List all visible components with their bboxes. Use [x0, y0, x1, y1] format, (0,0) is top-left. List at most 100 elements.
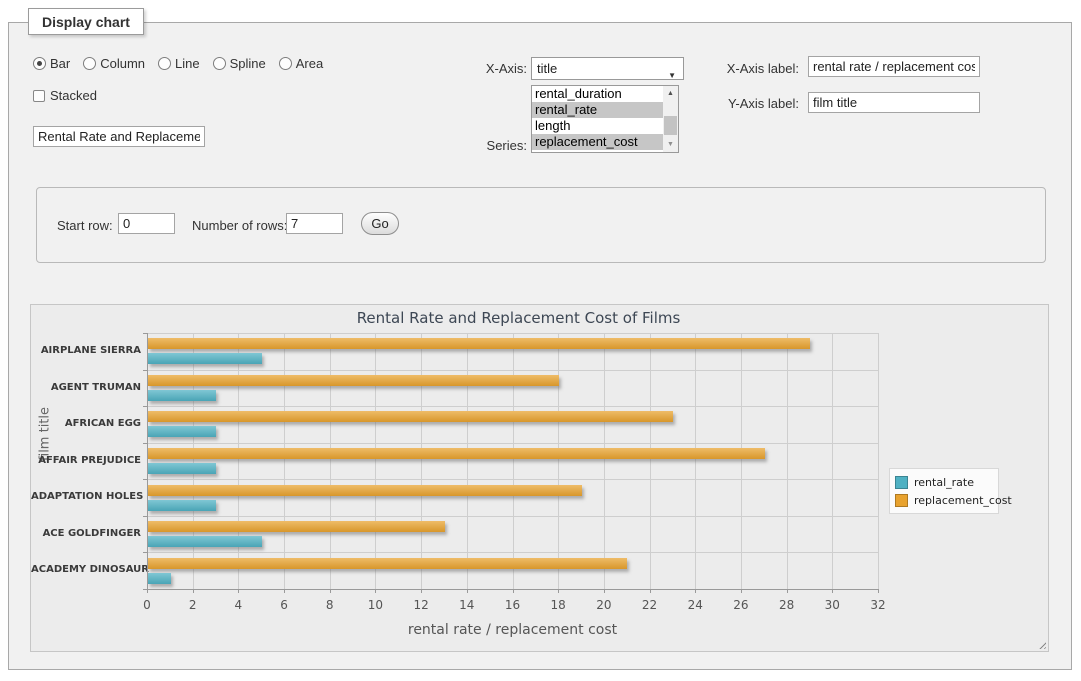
- legend-swatch: [895, 494, 908, 507]
- radio-icon[interactable]: [33, 57, 46, 70]
- radio-label: Area: [296, 56, 323, 71]
- x-tick: [193, 589, 194, 593]
- x-axis-select[interactable]: title ▼: [531, 57, 684, 80]
- x-tick: [741, 589, 742, 593]
- x-tick: [558, 589, 559, 593]
- scroll-down-icon[interactable]: ▼: [663, 137, 678, 152]
- chart-type-option[interactable]: Line: [158, 56, 200, 71]
- series-option[interactable]: length: [532, 118, 663, 134]
- x-tick-label: 20: [584, 598, 624, 612]
- chart-type-option[interactable]: Area: [279, 56, 323, 71]
- radio-icon[interactable]: [213, 57, 226, 70]
- listbox-scrollbar[interactable]: ▲ ▼: [663, 86, 678, 152]
- x-tick-label: 18: [538, 598, 578, 612]
- resize-handle-icon[interactable]: [1037, 640, 1046, 649]
- bar-rental_rate: [148, 500, 216, 511]
- x-tick-label: 14: [447, 598, 487, 612]
- bar-replacement_cost: [148, 448, 765, 459]
- chart-title-input[interactable]: [33, 126, 205, 147]
- y-tick: [143, 370, 147, 371]
- legend-item: rental_rate: [895, 473, 993, 491]
- number-of-rows-input[interactable]: [286, 213, 343, 234]
- panel-title: Display chart: [28, 8, 144, 35]
- x-tick: [513, 589, 514, 593]
- x-tick: [421, 589, 422, 593]
- radio-label: Line: [175, 56, 200, 71]
- bar-rental_rate: [148, 390, 216, 401]
- bar-group: [148, 443, 879, 480]
- bar-replacement_cost: [148, 521, 445, 532]
- bar-rental_rate: [148, 536, 262, 547]
- category-label: AFRICAN EGG: [31, 406, 141, 443]
- legend-swatch: [895, 476, 908, 489]
- category-label: AGENT TRUMAN: [31, 370, 141, 407]
- scroll-up-icon[interactable]: ▲: [663, 86, 678, 101]
- legend-label: rental_rate: [914, 476, 974, 489]
- chart-legend: rental_ratereplacement_cost: [889, 468, 999, 514]
- y-axis-line: [147, 333, 148, 589]
- bar-group: [148, 406, 879, 443]
- stacked-checkbox-row[interactable]: Stacked: [33, 88, 97, 103]
- bar-rental_rate: [148, 353, 262, 364]
- radio-icon[interactable]: [279, 57, 292, 70]
- radio-label: Column: [100, 56, 145, 71]
- bar-group: [148, 333, 879, 370]
- y-tick: [143, 406, 147, 407]
- chevron-down-icon: ▼: [668, 65, 676, 86]
- x-axis-label-label: X-Axis label:: [712, 61, 799, 76]
- bar-rental_rate: [148, 573, 171, 584]
- chart-type-option[interactable]: Spline: [213, 56, 266, 71]
- series-options: rental_durationrental_ratelengthreplacem…: [532, 86, 663, 152]
- chart-title: Rental Rate and Replacement Cost of Film…: [31, 309, 1006, 327]
- series-option[interactable]: replacement_cost: [532, 134, 663, 150]
- x-tick-label: 8: [310, 598, 350, 612]
- y-tick: [143, 333, 147, 334]
- x-tick: [650, 589, 651, 593]
- x-axis-select-value: title: [537, 61, 557, 76]
- x-tick: [467, 589, 468, 593]
- radio-label: Bar: [50, 56, 70, 71]
- y-axis-label-input[interactable]: [808, 92, 980, 113]
- chart-type-option[interactable]: Column: [83, 56, 145, 71]
- chart-container: Rental Rate and Replacement Cost of Film…: [30, 304, 1049, 652]
- plot-area: [147, 333, 878, 589]
- x-axis-title: rental rate / replacement cost: [147, 622, 878, 638]
- series-list-label: Series:: [440, 138, 527, 153]
- x-axis-label-input[interactable]: [808, 56, 980, 77]
- bar-replacement_cost: [148, 485, 582, 496]
- bar-group: [148, 516, 879, 553]
- start-row-input[interactable]: [118, 213, 175, 234]
- x-tick: [878, 589, 879, 593]
- bar-replacement_cost: [148, 411, 673, 422]
- bar-group: [148, 370, 879, 407]
- radio-icon[interactable]: [158, 57, 171, 70]
- x-tick-label: 32: [858, 598, 898, 612]
- series-option[interactable]: rental_duration: [532, 86, 663, 102]
- row-range-panel: [36, 187, 1046, 263]
- radio-icon[interactable]: [83, 57, 96, 70]
- scrollbar-thumb[interactable]: [664, 116, 677, 135]
- series-option[interactable]: rental_rate: [532, 102, 663, 118]
- x-tick: [832, 589, 833, 593]
- x-tick: [604, 589, 605, 593]
- series-listbox[interactable]: rental_durationrental_ratelengthreplacem…: [531, 85, 679, 153]
- x-tick: [147, 589, 148, 593]
- x-tick-label: 12: [401, 598, 441, 612]
- x-tick-label: 2: [173, 598, 213, 612]
- x-tick: [375, 589, 376, 593]
- category-label: ADAPTATION HOLES: [31, 479, 141, 516]
- stacked-label: Stacked: [50, 88, 97, 103]
- bar-replacement_cost: [148, 338, 810, 349]
- bar-rental_rate: [148, 463, 216, 474]
- chart-type-option[interactable]: Bar: [33, 56, 70, 71]
- category-label: ACE GOLDFINGER: [31, 516, 141, 553]
- radio-label: Spline: [230, 56, 266, 71]
- y-tick: [143, 443, 147, 444]
- category-label: AFFAIR PREJUDICE: [31, 443, 141, 480]
- x-tick-label: 6: [264, 598, 304, 612]
- go-button[interactable]: Go: [361, 212, 399, 235]
- stacked-checkbox[interactable]: [33, 90, 45, 102]
- y-axis-label-label: Y-Axis label:: [712, 96, 799, 111]
- x-tick: [330, 589, 331, 593]
- bar-group: [148, 552, 879, 589]
